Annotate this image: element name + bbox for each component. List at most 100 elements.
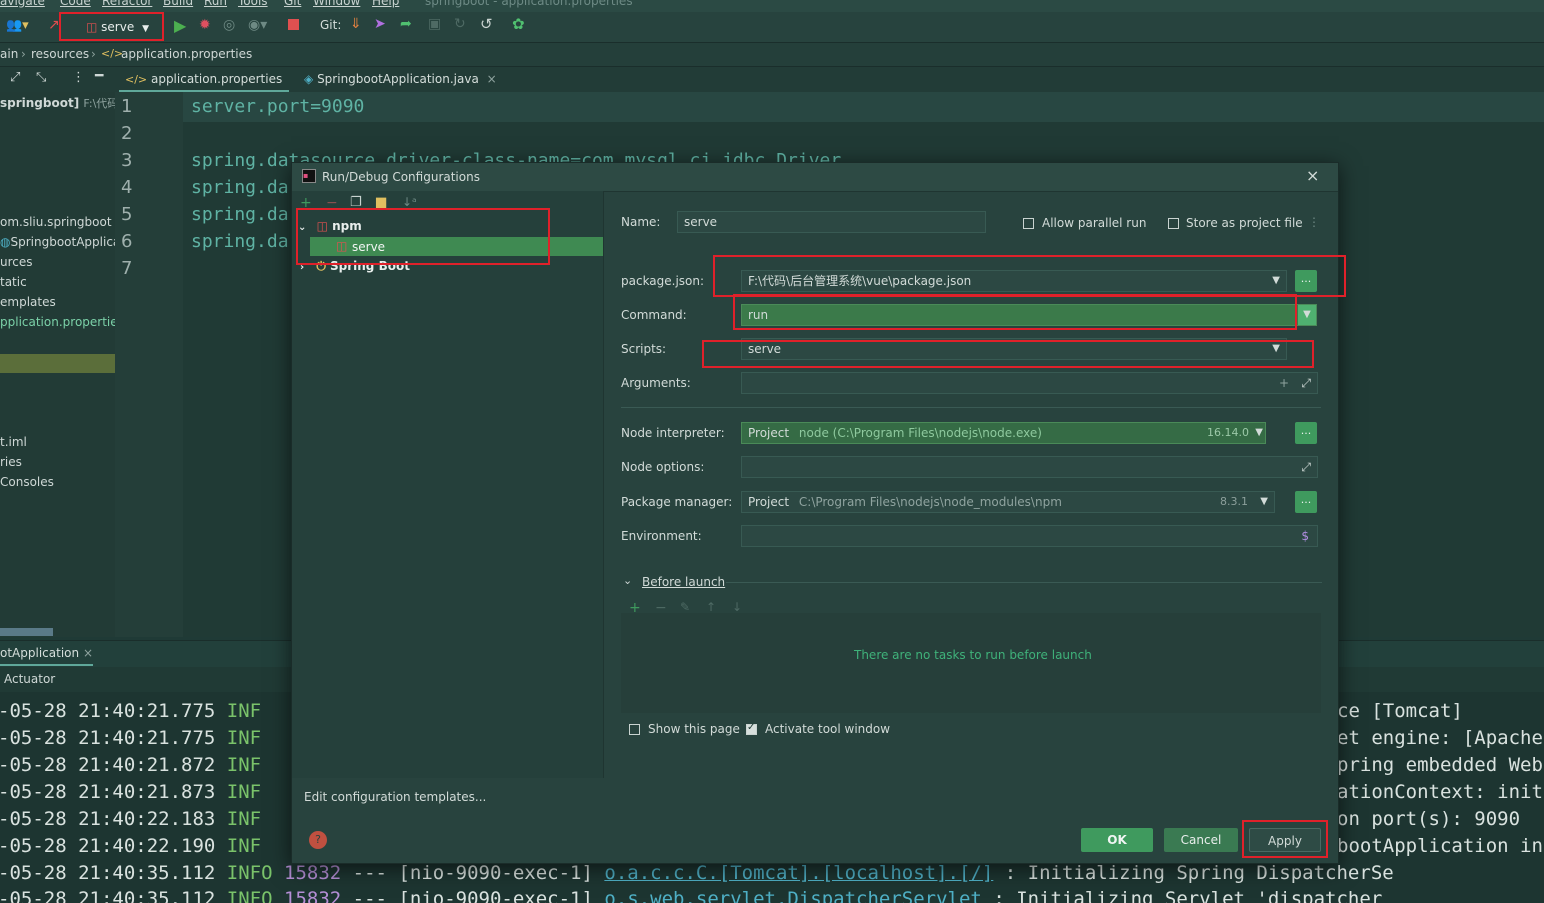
tree-node-npm[interactable]: ⌄ ◫ npm: [298, 219, 362, 233]
tab-application-properties[interactable]: </> application.properties ×: [119, 67, 289, 111]
menu-navigate[interactable]: avigate: [0, 0, 45, 8]
add-icon[interactable]: +: [1279, 373, 1289, 393]
build-hammer-icon[interactable]: ↗: [48, 17, 60, 33]
stop-icon[interactable]: [288, 19, 299, 30]
activate-window-checkbox[interactable]: [746, 722, 757, 735]
menu-help[interactable]: Help: [372, 0, 399, 8]
breadcrumb-item[interactable]: ain: [0, 47, 18, 61]
tree-node-spring-boot[interactable]: › ⏻ Spring Boot: [300, 259, 410, 274]
plugin-icon[interactable]: ✿: [512, 15, 525, 33]
breadcrumb-item[interactable]: resources: [31, 47, 89, 61]
debug-icon[interactable]: ✹: [199, 17, 211, 33]
git-commit-icon[interactable]: ➤: [374, 16, 386, 32]
tree-item[interactable]: om.sliu.springboot: [0, 215, 112, 229]
node-interp-version: 16.14.0: [1207, 426, 1249, 439]
browse-package-manager-button[interactable]: ...: [1295, 491, 1317, 513]
tree-item[interactable]: tatic: [0, 275, 27, 289]
tree-item[interactable]: ◍SpringbootApplica: [0, 235, 115, 249]
name-input[interactable]: serve: [677, 211, 986, 233]
expand-icon[interactable]: ⤢: [10, 70, 20, 85]
browse-node-button[interactable]: ...: [1295, 422, 1317, 444]
line-number: 1: [121, 96, 133, 117]
tree-root[interactable]: springboot] F:\代码: [0, 95, 115, 111]
help-icon[interactable]: ?: [309, 831, 327, 849]
rollback-icon[interactable]: ↺: [480, 15, 493, 33]
close-icon[interactable]: ×: [83, 646, 93, 660]
tab-springboot-application[interactable]: ◈ SpringbootApplication.java ×: [300, 67, 500, 92]
folder-icon[interactable]: ▆: [376, 195, 386, 210]
git-update-icon[interactable]: ⇓: [350, 16, 362, 32]
sort-icon[interactable]: ↓ᵃ: [402, 195, 417, 209]
log-line: -05-28 21:40:21.872 INF: [0, 754, 261, 776]
tree-item[interactable]: urces: [0, 255, 33, 269]
ok-button[interactable]: OK: [1081, 828, 1153, 852]
environment-input[interactable]: $: [741, 525, 1318, 547]
menu-build[interactable]: Build: [163, 0, 193, 8]
before-launch-label[interactable]: Before launch: [642, 575, 725, 589]
command-select[interactable]: run ▼: [741, 304, 1317, 326]
git-push-icon[interactable]: ➦: [400, 16, 412, 32]
add-icon[interactable]: +: [300, 195, 312, 211]
git-revert-icon[interactable]: ↻: [454, 16, 466, 32]
chevron-down-icon[interactable]: ⌄: [623, 574, 632, 587]
user-icon[interactable]: 👥▾: [6, 18, 29, 33]
menu-refactor[interactable]: Refactor: [102, 0, 152, 8]
profile-icon[interactable]: ◉▾: [248, 17, 267, 33]
menu-window[interactable]: Window: [313, 0, 360, 8]
more-options-icon[interactable]: ⋮: [1308, 215, 1320, 229]
arguments-input[interactable]: + ⤢: [741, 372, 1318, 394]
close-icon[interactable]: ×: [1306, 166, 1319, 185]
move-down-icon[interactable]: ↓: [732, 600, 742, 614]
menu-code[interactable]: Code: [60, 0, 91, 8]
horizontal-scrollbar[interactable]: [0, 628, 53, 636]
scripts-select[interactable]: serve ▼: [741, 338, 1287, 360]
coverage-icon[interactable]: ◎: [223, 17, 235, 33]
copy-icon[interactable]: ❐: [350, 195, 362, 210]
package-manager-select[interactable]: Project C:\Program Files\nodejs\node_mod…: [741, 491, 1275, 513]
edit-templates-link[interactable]: Edit configuration templates...: [304, 790, 486, 804]
menu-tools[interactable]: Tools: [238, 0, 268, 8]
tree-item[interactable]: emplates: [0, 295, 56, 309]
chevron-down-icon: ▼: [1272, 275, 1280, 286]
cancel-button[interactable]: Cancel: [1164, 828, 1238, 852]
node-options-input[interactable]: ⤢: [741, 456, 1318, 478]
package-json-select[interactable]: F:\代码\后台管理系统\vue\package.json ▼: [741, 270, 1287, 292]
dollar-icon[interactable]: $: [1301, 526, 1309, 546]
move-up-icon[interactable]: ↑: [706, 600, 716, 614]
log-logger[interactable]: o.a.c.c.C.[Tomcat].[localhost].[/]: [604, 862, 993, 884]
git-history-icon[interactable]: ▣: [428, 16, 441, 32]
log-logger[interactable]: o.s.web.servlet.DispatcherServlet: [604, 888, 982, 903]
tree-node-serve-selected[interactable]: ◫ serve: [310, 237, 603, 256]
scripts-value: serve: [748, 342, 782, 356]
minimize-icon[interactable]: ━: [95, 68, 103, 84]
collapse-icon[interactable]: ⤡: [36, 70, 46, 85]
browse-package-json-button[interactable]: ...: [1295, 270, 1317, 292]
show-page-checkbox[interactable]: [629, 724, 640, 735]
code-line: spring.da: [191, 177, 289, 198]
store-project-checkbox[interactable]: [1168, 218, 1179, 229]
tree-item-selected[interactable]: pplication.propertie: [0, 315, 115, 329]
allow-parallel-checkbox[interactable]: [1023, 218, 1034, 229]
expand-icon[interactable]: ⤢: [1301, 457, 1311, 477]
run-icon[interactable]: ▶: [174, 16, 186, 35]
expand-icon[interactable]: ⤢: [1301, 373, 1311, 393]
more-options-icon[interactable]: ⋮: [72, 70, 85, 85]
tree-item[interactable]: ries: [0, 455, 22, 469]
close-icon[interactable]: ×: [487, 72, 497, 86]
run-config-selector[interactable]: ◫ serve ▼: [86, 18, 149, 36]
remove-icon[interactable]: −: [326, 195, 338, 211]
main-toolbar: 👥▾ ↗ ◫ serve ▼ ▶ ✹ ◎ ◉▾ Git: ⇓ ➤ ➦ ▣ ↻ ↺…: [0, 12, 1544, 43]
run-tab-label: otApplication: [0, 646, 80, 660]
node-interpreter-select[interactable]: Project node (C:\Program Files\nodejs\no…: [741, 422, 1266, 444]
tree-item[interactable]: Consoles: [0, 475, 54, 489]
run-tab-springboot[interactable]: otApplication ×: [0, 646, 93, 666]
menu-run[interactable]: Run: [204, 0, 227, 8]
tree-item[interactable]: t.iml: [0, 435, 27, 449]
menu-git[interactable]: Git: [284, 0, 301, 8]
actuator-tab[interactable]: Actuator: [4, 672, 55, 686]
breadcrumb-item[interactable]: application.properties: [121, 47, 252, 61]
apply-button[interactable]: Apply: [1249, 828, 1321, 852]
tree-node-label: serve: [352, 240, 386, 254]
chevron-down-icon: ▼: [1255, 427, 1263, 438]
edit-task-icon[interactable]: ✎: [680, 600, 690, 614]
